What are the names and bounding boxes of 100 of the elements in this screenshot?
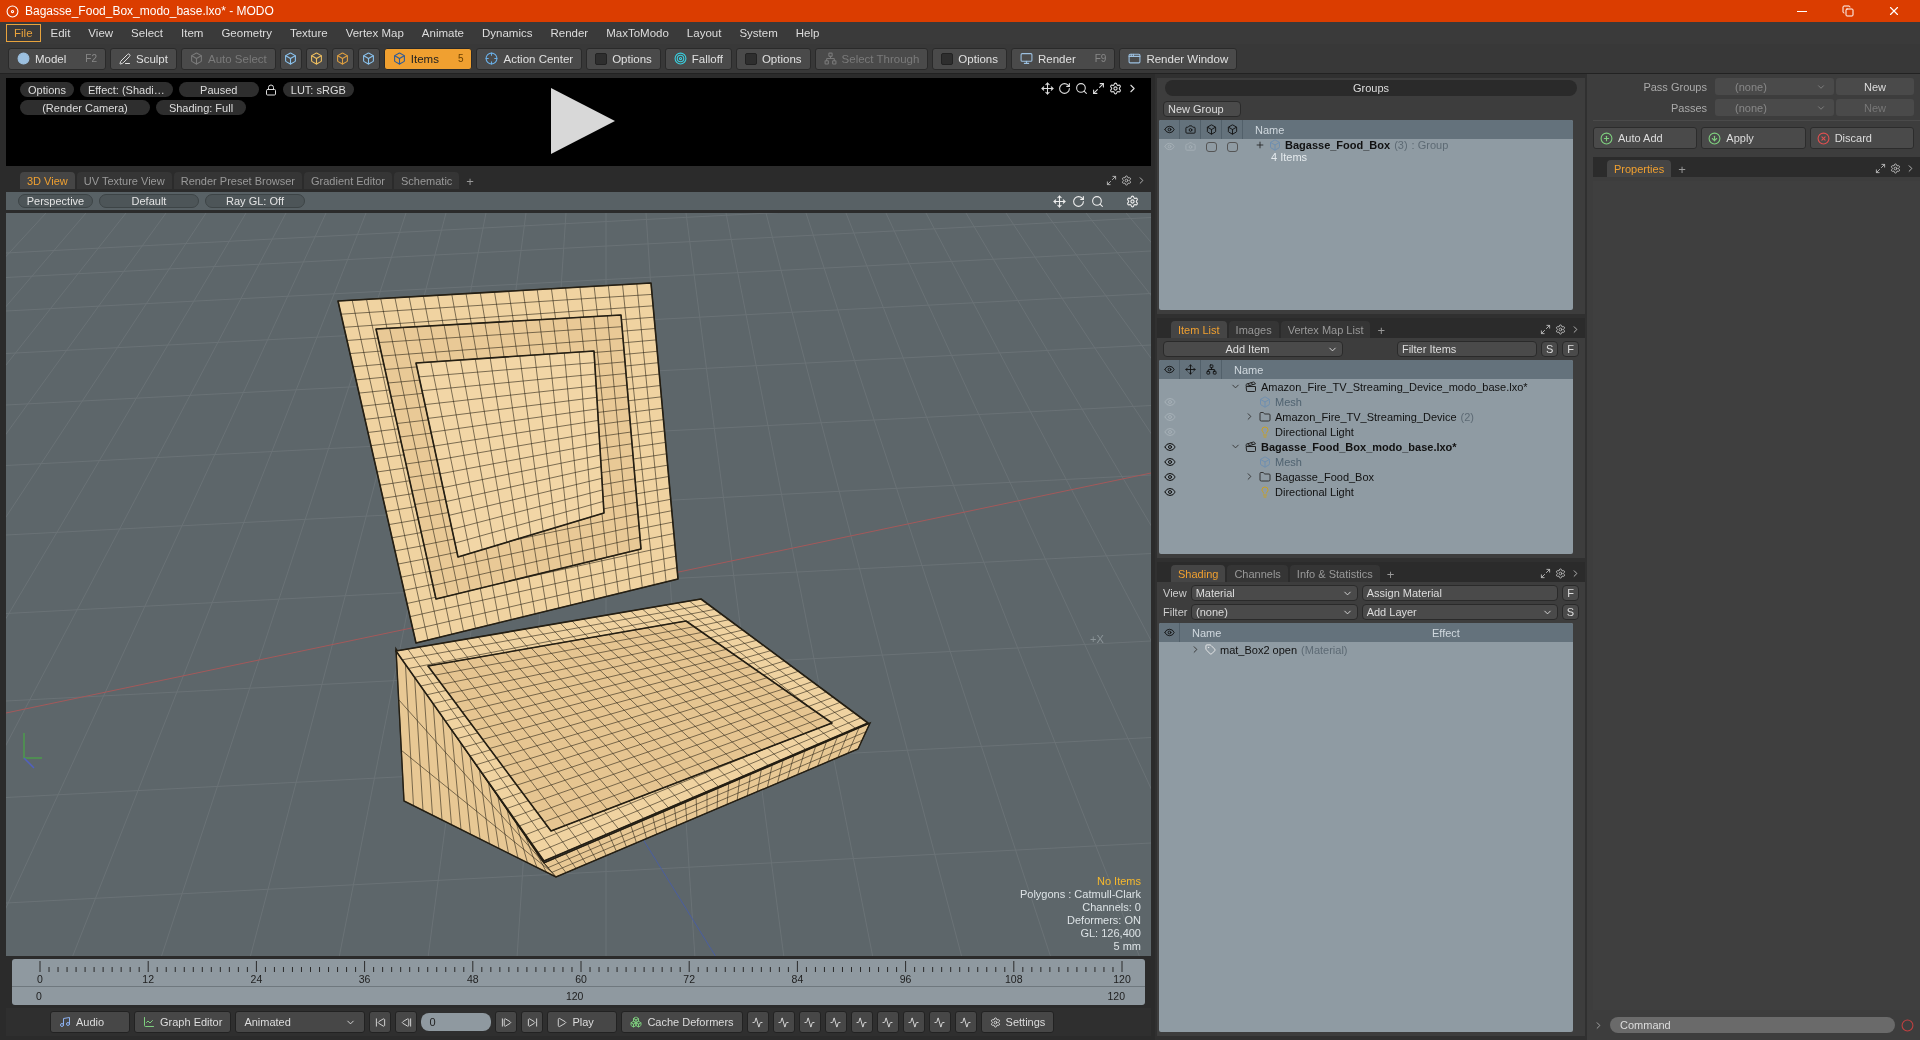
- eye-icon[interactable]: [1163, 455, 1176, 468]
- playback-tool-button[interactable]: [876, 1011, 899, 1033]
- panel-tab[interactable]: Gradient Editor: [304, 172, 392, 189]
- toolbar-button[interactable]: Items 5: [383, 47, 473, 70]
- discard-button[interactable]: Discard: [1809, 127, 1914, 149]
- mode-dropdown[interactable]: Animated: [235, 1011, 366, 1033]
- play-icon[interactable]: [551, 88, 615, 154]
- maximize-icon[interactable]: [1106, 175, 1117, 186]
- menu-item[interactable]: Layout: [678, 24, 730, 42]
- selection-mode-button[interactable]: [331, 47, 354, 70]
- zoom-icon[interactable]: [1091, 194, 1104, 208]
- settings-button[interactable]: Settings: [980, 1011, 1055, 1033]
- lock-icon[interactable]: [264, 83, 277, 96]
- playback-tool-button[interactable]: [798, 1011, 821, 1033]
- timeline[interactable]: 0 12 24 36 48 60 72 84 96 108 120 0 120 120: [12, 959, 1145, 1005]
- playback-tool-button[interactable]: [902, 1011, 925, 1033]
- preview-control[interactable]: LUT: sRGB: [282, 82, 354, 97]
- item-name[interactable]: Directional Light: [1275, 485, 1354, 498]
- filter-dropdown[interactable]: (none): [1191, 604, 1358, 620]
- add-layer-dropdown[interactable]: Add Layer: [1361, 604, 1558, 620]
- panel-tab[interactable]: Channels: [1227, 565, 1288, 582]
- playback-tool-button[interactable]: [772, 1011, 795, 1033]
- add-tab[interactable]: +: [461, 174, 479, 189]
- view-dropdown[interactable]: Material: [1190, 585, 1358, 601]
- eye-icon[interactable]: [1163, 440, 1176, 453]
- toolbar-button[interactable]: Render Window: [1119, 47, 1238, 70]
- playback-tool-button[interactable]: [746, 1011, 769, 1033]
- skip-back-button[interactable]: [369, 1011, 392, 1033]
- eye-icon[interactable]: [1163, 470, 1176, 483]
- maximize-icon[interactable]: [1540, 568, 1551, 579]
- menu-item[interactable]: Geometry: [213, 24, 280, 42]
- panel-tab[interactable]: Info & Statistics: [1289, 565, 1380, 582]
- auto-add-button[interactable]: Auto Add: [1593, 127, 1698, 149]
- rotate-icon[interactable]: [1058, 82, 1071, 95]
- options-toggle[interactable]: Options: [586, 47, 661, 70]
- panel-tab[interactable]: Shading: [1171, 565, 1226, 582]
- settings-icon[interactable]: [1555, 568, 1566, 579]
- settings-icon[interactable]: [1890, 163, 1901, 174]
- plus-icon[interactable]: [1255, 140, 1265, 150]
- menu-item[interactable]: MaxToModo: [598, 24, 677, 42]
- menu-item[interactable]: Edit: [42, 24, 79, 42]
- panel-tab[interactable]: Schematic: [394, 172, 460, 189]
- item-name[interactable]: Bagasse_Food_Box_modo_base.lxo*: [1261, 440, 1457, 453]
- skip-forward-button[interactable]: [521, 1011, 544, 1033]
- search-icon[interactable]: [1075, 82, 1088, 95]
- menu-item[interactable]: File: [6, 24, 41, 42]
- graph-editor-button[interactable]: Graph Editor: [134, 1011, 232, 1033]
- new-group-button[interactable]: New Group: [1163, 101, 1241, 117]
- add-tab[interactable]: +: [1372, 323, 1391, 338]
- menu-item[interactable]: Help: [787, 24, 828, 42]
- panel-tab[interactable]: Properties: [1607, 160, 1672, 177]
- maximize-icon[interactable]: [1092, 82, 1105, 95]
- apply-button[interactable]: Apply: [1701, 127, 1806, 149]
- column-header[interactable]: Name: [1180, 626, 1420, 639]
- material-name[interactable]: mat_Box2 open: [1220, 643, 1298, 656]
- options-toggle[interactable]: Options: [932, 47, 1007, 70]
- view-option[interactable]: Perspective: [18, 194, 93, 208]
- view-option[interactable]: Ray GL: Off: [205, 194, 305, 208]
- menu-item[interactable]: Animate: [413, 24, 472, 42]
- filter-field[interactable]: Filter Items: [1396, 341, 1537, 357]
- new-button[interactable]: New: [1836, 78, 1914, 95]
- toolbar-button[interactable]: Sculpt: [110, 47, 177, 70]
- menu-item[interactable]: View: [80, 24, 122, 42]
- add-item-dropdown[interactable]: Add Item: [1163, 341, 1343, 357]
- settings-icon[interactable]: [1109, 82, 1122, 95]
- preview-control[interactable]: Options: [20, 82, 74, 97]
- s-toggle[interactable]: S: [1540, 341, 1559, 357]
- column-header[interactable]: Name: [1222, 363, 1264, 376]
- f-toggle[interactable]: F: [1562, 585, 1579, 601]
- panel-tab[interactable]: 3D View: [20, 172, 75, 189]
- playback-tool-button[interactable]: [954, 1011, 977, 1033]
- settings-icon[interactable]: [1121, 175, 1132, 186]
- frame-field[interactable]: 0: [421, 1013, 492, 1031]
- toolbar-button[interactable]: Model F2: [8, 47, 106, 70]
- menu-item[interactable]: Item: [173, 24, 212, 42]
- command-field[interactable]: Command: [1610, 1017, 1895, 1033]
- panel-tab[interactable]: UV Texture View: [76, 172, 172, 189]
- playback-tool-button[interactable]: [850, 1011, 873, 1033]
- view-option[interactable]: Default: [99, 194, 199, 208]
- checkbox[interactable]: [941, 52, 954, 65]
- preview-control[interactable]: Effect: (Shadi…: [79, 82, 173, 97]
- checkbox[interactable]: [595, 52, 608, 65]
- preview-control[interactable]: Shading: Full: [156, 100, 246, 115]
- pan-icon[interactable]: [1041, 82, 1054, 95]
- preview-control[interactable]: (Render Camera): [20, 100, 150, 115]
- options-toggle[interactable]: Options: [735, 47, 811, 70]
- checkbox[interactable]: [1227, 141, 1238, 152]
- menu-item[interactable]: Texture: [281, 24, 336, 42]
- assign-material-button[interactable]: Assign Material: [1361, 585, 1559, 601]
- selection-mode-button[interactable]: [279, 47, 302, 70]
- preview-control[interactable]: Paused: [178, 82, 259, 97]
- menu-item[interactable]: Select: [123, 24, 172, 42]
- toolbar-button[interactable]: Falloff: [664, 47, 732, 70]
- settings-icon[interactable]: [1555, 324, 1566, 335]
- column-header[interactable]: Name: [1243, 123, 1285, 136]
- add-tab[interactable]: +: [1381, 567, 1400, 582]
- menu-item[interactable]: Dynamics: [474, 24, 541, 42]
- toolbar-button[interactable]: Action Center: [476, 47, 583, 70]
- add-tab[interactable]: +: [1673, 162, 1691, 177]
- checkbox[interactable]: [1206, 141, 1217, 152]
